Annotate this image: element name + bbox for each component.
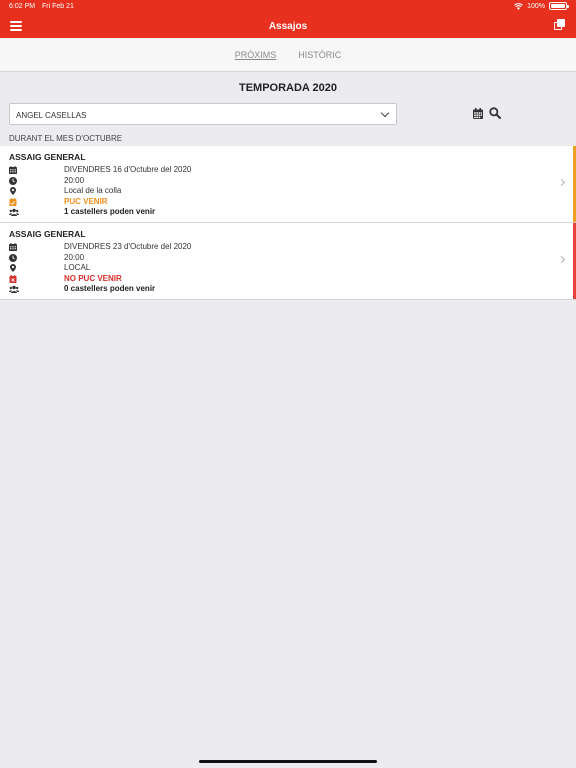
status-bar: 6:02 PM Fri Feb 21 100% [0,2,576,14]
rehearsal-time: 20:00 [64,253,85,262]
tab-proxims[interactable]: PRÒXIMS [235,50,277,60]
rehearsal-title: ASSAIG GENERAL [9,152,86,162]
battery-icon [549,2,569,10]
rehearsal-title: ASSAIG GENERAL [9,229,86,239]
calendar-icon [9,166,17,174]
users-icon [9,285,19,293]
map-marker-icon [10,187,16,195]
tab-historic[interactable]: HISTÒRIC [298,50,341,60]
copy-icon[interactable] [554,19,566,31]
season-title: TEMPORADA 2020 [238,82,337,94]
segment-tabs: PRÒXIMS HISTÒRIC [0,38,576,72]
rehearsal-time: 20:00 [64,176,85,185]
attendance-status: PUC VENIR [64,197,108,206]
calendar-icon [9,243,17,251]
search-icon[interactable] [489,107,501,119]
chevron-right-icon [557,255,566,264]
status-time: 6:02 PM [9,3,36,10]
clock-icon [9,254,17,262]
calendar-times-icon [9,275,17,283]
chevron-down-icon [380,108,390,118]
rehearsal-date: DIVENDRES 23 d'Octubre del 2020 [64,242,192,251]
battery-percent: 100% [527,2,545,10]
attendance-count: 0 castellers poden venir [64,284,156,293]
chevron-right-icon [557,178,566,187]
wifi-icon [514,2,523,10]
month-label: DURANT EL MES D'OCTUBRE [9,134,123,143]
calendar-check-icon [9,198,17,206]
clock-icon [9,177,17,185]
person-select[interactable]: ANGEL CASELLAS [9,103,397,125]
attendance-count: 1 castellers poden venir [64,207,156,216]
person-select-value: ANGEL CASELLAS [16,111,87,120]
status-date: Fri Feb 21 [42,3,74,10]
attendance-status: NO PUC VENIR [64,274,122,283]
rehearsal-card[interactable]: ASSAIG GENERAL DIVENDRES 16 d'Octubre de… [0,146,576,222]
map-marker-icon [10,264,16,272]
rehearsal-date: DIVENDRES 16 d'Octubre del 2020 [64,165,192,174]
divider [0,299,576,300]
app-header: 6:02 PM Fri Feb 21 100% Assajos [0,0,576,38]
rehearsal-place: LOCAL [64,263,91,272]
users-icon [9,208,19,216]
page-title: Assajos [268,21,308,32]
rehearsal-place: Local de la colla [64,186,122,195]
calendar-icon[interactable] [473,108,483,119]
home-indicator[interactable] [199,760,377,763]
rehearsal-card[interactable]: ASSAIG GENERAL DIVENDRES 23 d'Octubre de… [0,223,576,299]
